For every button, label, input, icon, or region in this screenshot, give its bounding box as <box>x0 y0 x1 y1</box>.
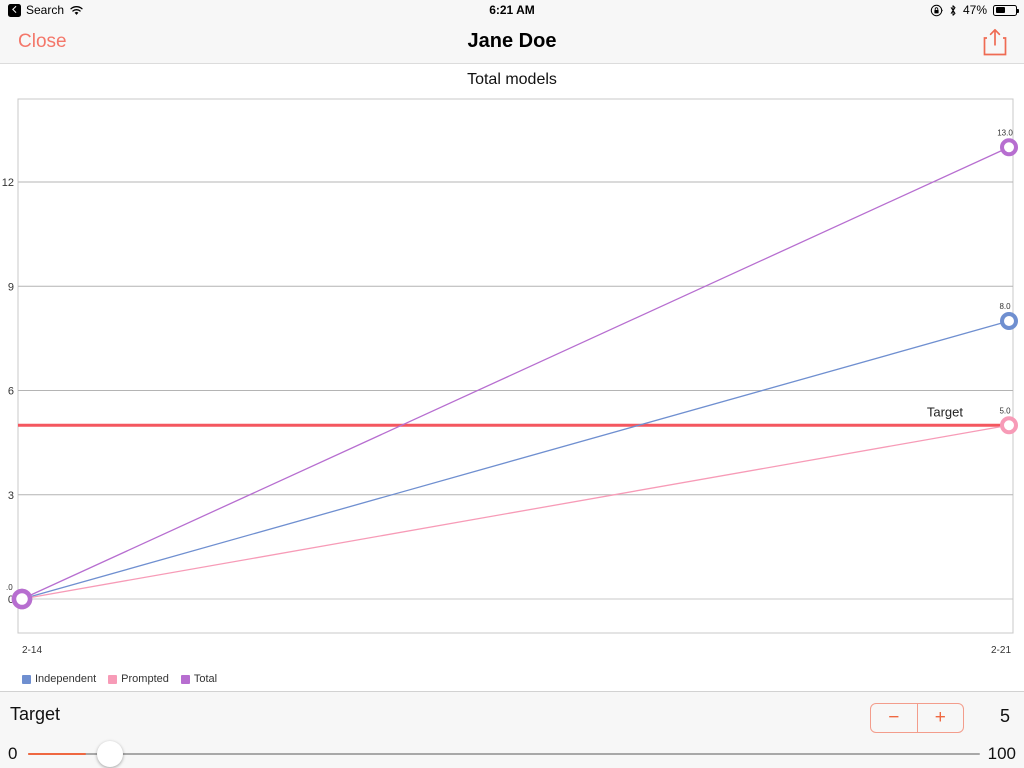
series-line <box>21 146 1010 600</box>
chart-title: Total models <box>467 71 557 88</box>
data-point-marker <box>1000 416 1018 435</box>
data-point-marker <box>11 588 33 610</box>
data-point-label: .0 <box>6 583 13 592</box>
bluetooth-icon <box>950 4 956 16</box>
rotation-lock-icon <box>930 4 943 16</box>
data-point-label: 8.0 <box>999 302 1011 311</box>
slider-track[interactable] <box>28 741 980 767</box>
target-stepper[interactable]: − + <box>870 703 964 733</box>
data-point-marker <box>1000 312 1018 330</box>
y-axis-tick-label: 9 <box>8 281 14 293</box>
nav-bar: Close Jane Doe <box>0 20 1024 64</box>
legend-label: Independent <box>35 673 97 685</box>
y-axis-tick-label: 6 <box>8 386 14 398</box>
page-title: Jane Doe <box>467 30 557 52</box>
data-point-marker <box>1000 138 1018 157</box>
status-bar-right: 47% <box>930 0 1019 20</box>
stepper-increment-button[interactable]: + <box>916 704 964 732</box>
line-chart: 036912Target8.05.0.013.02-14 2-21 <box>2 98 1018 656</box>
plot-frame <box>17 98 1014 634</box>
share-button[interactable] <box>982 20 1008 63</box>
y-axis-tick-label: 12 <box>2 177 14 189</box>
legend-item: Independent <box>22 673 96 685</box>
data-point-label: 5.0 <box>999 406 1011 415</box>
data-point-label: 13.0 <box>997 128 1013 137</box>
slider-max-label: 100 <box>987 744 1016 763</box>
status-bar-clock: 6:21 AM <box>489 3 535 17</box>
series-line <box>21 424 1010 600</box>
x-axis-tick-label: 2-21 <box>991 645 1011 656</box>
target-slider-row[interactable]: 0 100 <box>0 741 1024 768</box>
app-screen: Search 6:21 AM 47% Close Jane Doe Total … <box>0 0 1024 768</box>
status-bar: Search 6:21 AM 47% <box>0 0 1024 20</box>
target-label: Target <box>10 704 61 724</box>
slider-fill <box>28 753 86 755</box>
legend-swatch <box>108 674 118 684</box>
battery-icon <box>993 4 1019 16</box>
legend-label: Prompted <box>121 673 169 685</box>
slider-min-label: 0 <box>8 744 18 763</box>
legend-swatch <box>22 674 31 684</box>
chart-legend: Independent Prompted Total <box>22 673 223 685</box>
y-axis-tick-label: 3 <box>8 490 14 502</box>
legend-swatch <box>180 674 190 684</box>
battery-percent-label: 47% <box>962 3 987 17</box>
target-control-panel: Target − + 5 0 100 <box>0 691 1024 768</box>
share-icon <box>983 28 1007 55</box>
series-line <box>21 320 1010 600</box>
legend-label: Total <box>193 673 218 685</box>
target-reference-label: Target <box>927 404 964 419</box>
target-value: 5 <box>999 706 1010 726</box>
chart-container: 0 3 6 9 12 Target 8.0 5.0.0 13.0 2-14 2-21 <box>0 95 1024 690</box>
legend-item: Total <box>180 673 218 685</box>
x-axis-tick-label: 2-14 <box>22 645 42 656</box>
legend-item: Prompted <box>108 673 169 685</box>
stepper-decrement-button[interactable]: − <box>871 704 917 732</box>
slider-thumb[interactable] <box>97 741 123 767</box>
